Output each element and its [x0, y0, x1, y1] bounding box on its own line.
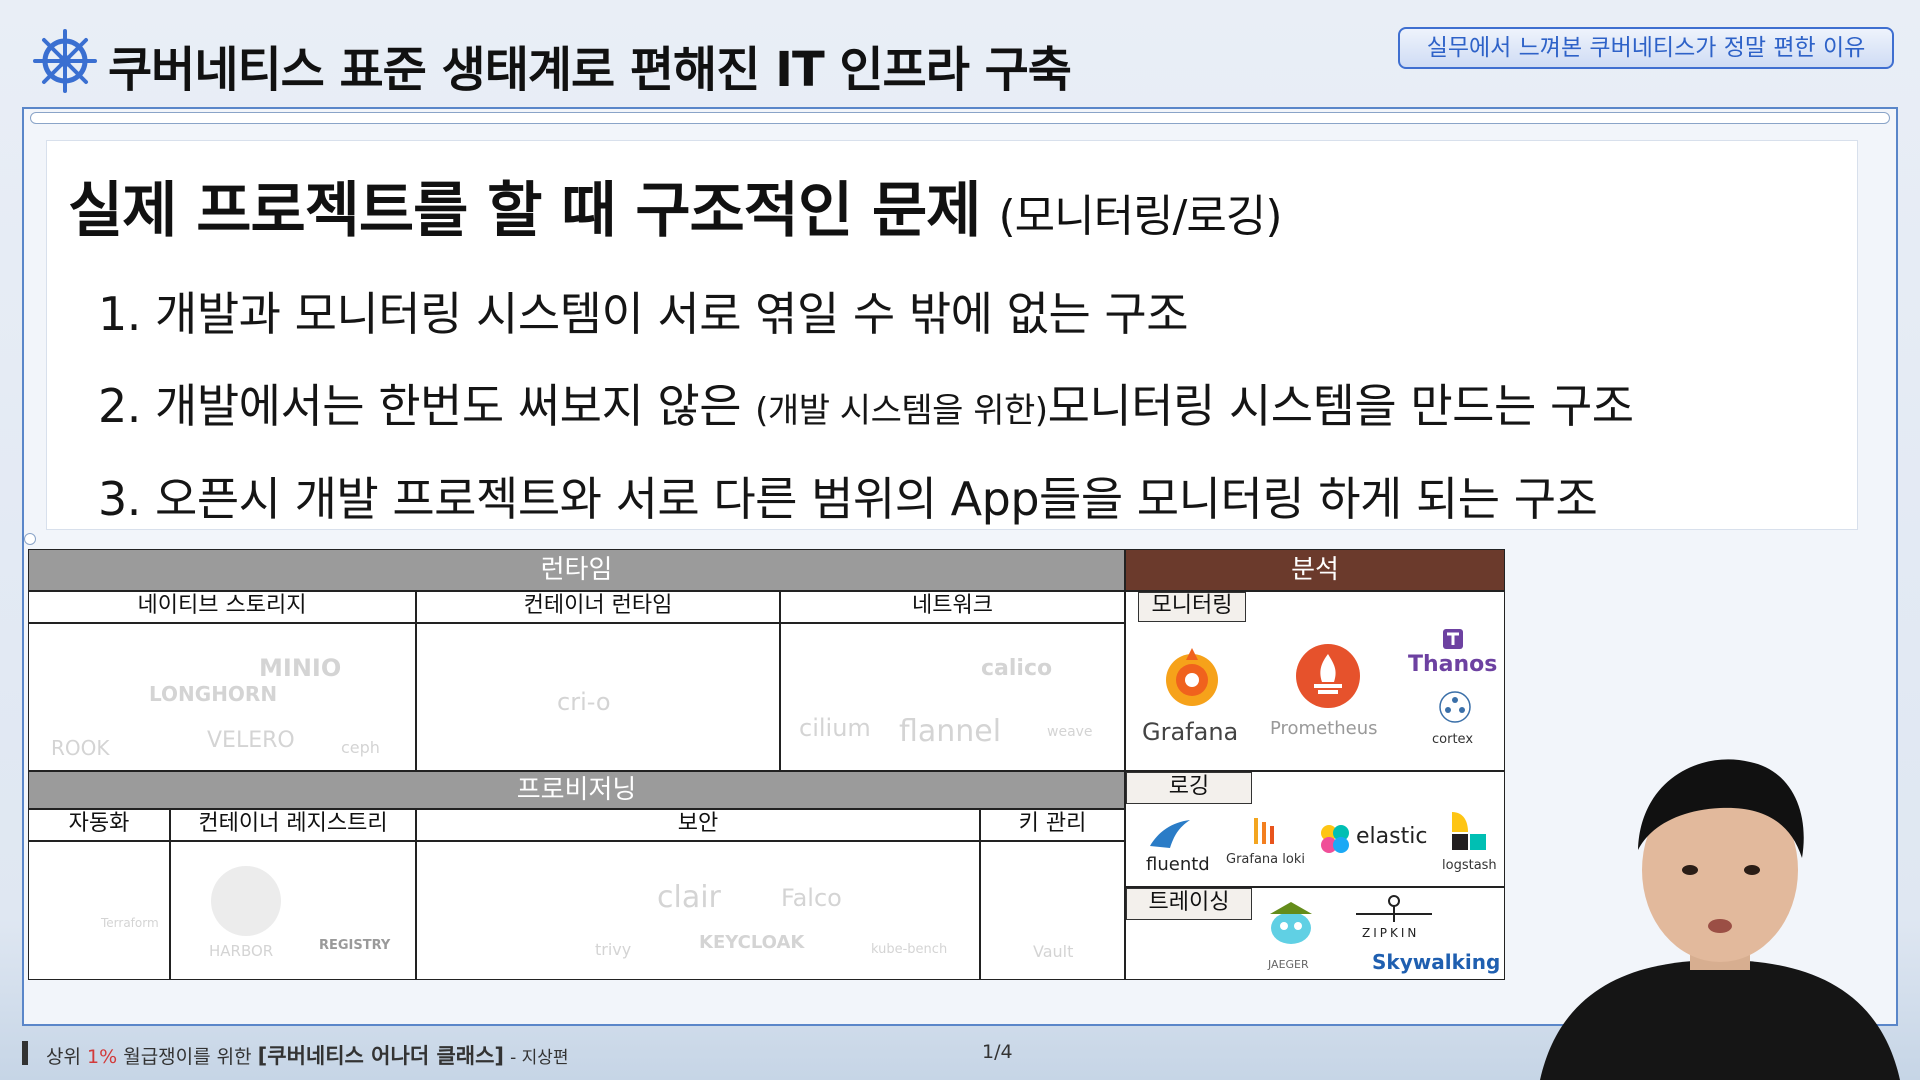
security-logo-trivy: trivy [595, 940, 632, 959]
container-runtime-header: 컨테이너 런타임 [416, 591, 780, 623]
automation-header: 자동화 [28, 809, 170, 841]
loki-icon [1254, 818, 1274, 844]
storage-logo-ceph: ceph [341, 738, 380, 757]
course-footer: 상위 1% 월급쟁이를 위한 [쿠버네티스 어나더 클래스] - 지상편 [46, 1040, 569, 1070]
point-2: 2. 개발에서는 한번도 써보지 않은 (개발 시스템을 위한)모니터링 시스템… [98, 370, 1634, 436]
thanos-icon [1443, 629, 1463, 649]
slide-subtitle: 실제 프로젝트를 할 때 구조적인 문제 (모니터링/로깅) [68, 162, 1283, 249]
presenter-video-overlay [1540, 759, 1900, 1080]
registry-logo-harbor: HARBOR [209, 942, 274, 960]
provisioning-band: 프로비저닝 [28, 771, 1125, 809]
subtitle-note: (모니터링/로깅) [998, 191, 1282, 242]
point-2-text-a: 2. 개발에서는 한번도 써보지 않은 [98, 379, 742, 433]
native-storage-header: 네이티브 스토리지 [28, 591, 416, 623]
jaeger-label: JAEGER [1268, 958, 1309, 971]
scroll-decoration [30, 112, 1890, 124]
automation-cell: Terraform [28, 841, 170, 980]
security-logo-kube-bench: kube-bench [871, 942, 948, 957]
footer-suffix: - 지상편 [510, 1048, 569, 1068]
page-number: 1/4 [982, 1041, 1013, 1063]
logging-tag: 로깅 [1126, 772, 1252, 804]
grafana-label: Grafana [1142, 718, 1239, 746]
footer-accent-bar [22, 1041, 28, 1065]
harbor-icon [211, 866, 281, 936]
key-logo-vault: Vault [1033, 942, 1074, 961]
page-title: 쿠버네티스 표준 생태계로 편해진 IT 인프라 구축 [108, 42, 1072, 98]
security-logo-falco: Falco [781, 884, 842, 912]
security-logo-keycloak: KEYCLOAK [699, 932, 805, 953]
tracing-cell: 트레이싱 JAEGER ZIPKIN Skywalking [1125, 887, 1505, 980]
registry-logo-registry: REGISTRY [319, 938, 391, 953]
grafana-icon [1166, 648, 1218, 706]
thanos-label: Thanos [1408, 652, 1498, 677]
key-management-cell: Vault [980, 841, 1125, 980]
network-logo-calico: calico [981, 656, 1053, 681]
subtitle-text: 실제 프로젝트를 할 때 구조적인 문제 [68, 176, 981, 246]
header: 쿠버네티스 표준 생태계로 편해진 IT 인프라 구축 실무에서 느껴본 쿠버네… [0, 0, 1920, 110]
footer-prefix: 상위 [46, 1046, 81, 1068]
point-2-note: (개발 시스템을 위한) [755, 391, 1048, 431]
point-3: 3. 오픈시 개발 프로젝트와 서로 다른 범위의 App들을 모니터링 하게 … [98, 472, 1598, 526]
network-cell: cilium flannel weave calico [780, 623, 1125, 771]
loki-label: Grafana loki [1226, 852, 1305, 867]
security-cell: trivy clair Falco KEYCLOAK kube-bench [416, 841, 980, 980]
cortex-icon [1439, 691, 1471, 723]
registry-cell: HARBOR REGISTRY [170, 841, 416, 980]
jaeger-icon [1270, 902, 1312, 944]
network-logo-flannel: flannel [899, 714, 1002, 749]
point-1: 1. 개발과 모니터링 시스템이 서로 엮일 수 밖에 없는 구조 [98, 287, 1189, 341]
runtime-cell: cri-o [416, 623, 780, 771]
automation-logo-terraform: Terraform [101, 916, 159, 930]
storage-logo-velero: VELERO [207, 728, 295, 753]
runtime-logo-crio: cri-o [557, 688, 611, 716]
tracing-tag: 트레이싱 [1126, 888, 1252, 920]
zipkin-label: ZIPKIN [1362, 926, 1420, 940]
elastic-label: elastic [1356, 824, 1428, 849]
monitoring-tag: 모니터링 [1138, 592, 1246, 622]
logstash-label: logstash [1442, 858, 1497, 873]
footer-middle: 월급쟁이를 위한 [123, 1046, 252, 1068]
kubernetes-wheel-icon [33, 29, 97, 93]
elastic-icon [1321, 825, 1349, 853]
key-management-header: 키 관리 [980, 809, 1125, 841]
analysis-band: 분석 [1125, 549, 1505, 591]
storage-logo-minio: MINIO [259, 654, 342, 682]
zipkin-icon [1356, 895, 1432, 922]
network-logo-cilium: cilium [799, 714, 871, 742]
monitoring-cell: 모니터링 Grafana Prometheus Thanos cortex [1125, 591, 1505, 771]
prometheus-label: Prometheus [1270, 718, 1378, 739]
network-header: 네트워크 [780, 591, 1125, 623]
cortex-label: cortex [1432, 732, 1474, 747]
fluentd-label: fluentd [1146, 854, 1210, 875]
skywalking-label: Skywalking [1372, 950, 1501, 974]
scroll-knob-decoration [24, 533, 36, 545]
storage-logo-longhorn: LONGHORN [149, 682, 278, 706]
logstash-icon [1452, 812, 1486, 850]
container-registry-header: 컨테이너 레지스트리 [170, 809, 416, 841]
section-badge: 실무에서 느껴본 쿠버네티스가 정말 편한 이유 [1398, 27, 1894, 69]
storage-logo-rook: ROOK [51, 736, 110, 760]
fluentd-icon [1150, 820, 1190, 848]
logging-cell: 로깅 fluentd Grafana loki elastic logstash [1125, 771, 1505, 887]
storage-cell: MINIO LONGHORN ROOK VELERO ceph [28, 623, 416, 771]
footer-percent: 1% [87, 1046, 118, 1068]
runtime-band: 런타임 [28, 549, 1125, 591]
point-2-text-b: 모니터링 시스템을 만드는 구조 [1047, 379, 1635, 433]
security-header: 보안 [416, 809, 980, 841]
network-logo-weave: weave [1047, 724, 1093, 740]
security-logo-clair: clair [657, 880, 721, 915]
prometheus-icon [1296, 644, 1360, 708]
footer-course-name: [쿠버네티스 어나더 클래스] [257, 1044, 505, 1068]
